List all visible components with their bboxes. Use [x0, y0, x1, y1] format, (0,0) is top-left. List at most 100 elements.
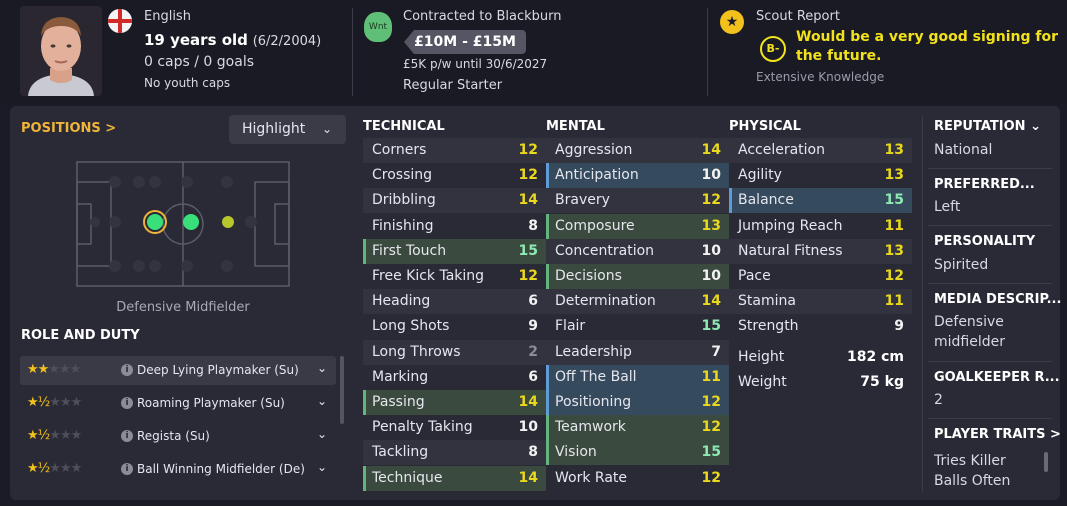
attribute-name: Pace [738, 268, 771, 284]
positions-link[interactable]: POSITIONS > [21, 121, 116, 136]
view-select-dropdown[interactable]: Highlight ⌄ [229, 115, 346, 144]
attribute-row[interactable]: Passing 14 [363, 390, 546, 415]
attribute-row[interactable]: Agility 13 [729, 163, 912, 189]
attribute-row[interactable]: Penalty Taking 10 [363, 415, 546, 441]
attribute-value: 12 [518, 167, 538, 184]
attribute-row[interactable]: Bravery 12 [546, 188, 729, 214]
contract-club[interactable]: Contracted to Blackburn [403, 9, 562, 24]
role-duty-title: ROLE AND DUTY [21, 328, 140, 343]
attribute-row[interactable]: Technique 14 [363, 465, 546, 491]
role-stars-icon: ★★★★★ [27, 362, 81, 377]
attribute-row[interactable]: Vision 15 [546, 440, 729, 466]
roles-scrollbar[interactable] [340, 356, 344, 424]
nationality[interactable]: English [144, 9, 191, 24]
player-traits-link[interactable]: PLAYER TRAITS > [934, 427, 1061, 442]
role-row[interactable]: ★★★★★ i Deep Lying Playmaker (Su) ⌄ [20, 356, 336, 385]
attribute-name: Crossing [372, 167, 433, 184]
date-of-birth: (6/2/2004) [252, 34, 322, 49]
role-row[interactable]: ★½★★★ i Roaming Playmaker (Su) ⌄ [20, 389, 336, 418]
attribute-row[interactable]: Leadership 7 [546, 339, 729, 365]
attribute-value: 12 [701, 419, 721, 436]
attribute-row[interactable]: Decisions 10 [546, 264, 729, 289]
attribute-value: 14 [518, 192, 538, 209]
attribute-row[interactable]: Work Rate 12 [546, 465, 729, 491]
attribute-row[interactable]: Dribbling 14 [363, 188, 546, 214]
attribute-value: 12 [518, 142, 538, 158]
attribute-value: 10 [701, 268, 721, 284]
england-flag-icon [108, 9, 132, 33]
attribute-row[interactable]: Stamina 11 [729, 289, 912, 315]
chevron-down-icon[interactable]: ⌄ [317, 394, 327, 408]
attribute-value: 14 [518, 394, 538, 410]
attribute-row[interactable]: Crossing 12 [363, 163, 546, 189]
goalkeeper-rating-value: 2 [934, 392, 943, 408]
scout-star-icon: ★ [720, 10, 744, 34]
scout-report-title[interactable]: Scout Report [756, 9, 840, 24]
goalkeeper-rating-title: GOALKEEPER R... [934, 370, 1060, 385]
attribute-row[interactable]: Marking 6 [363, 364, 546, 390]
attribute-row[interactable]: Composure 13 [546, 213, 729, 239]
scout-knowledge: Extensive Knowledge [756, 70, 885, 84]
info-icon[interactable]: i [121, 397, 133, 409]
attribute-row[interactable]: Acceleration 13 [729, 138, 912, 163]
technical-title: TECHNICAL [363, 119, 445, 134]
chevron-down-icon[interactable]: ⌄ [1030, 119, 1041, 134]
info-scrollbar[interactable] [1044, 452, 1048, 472]
transfer-value-tag[interactable]: £10M - £15M [404, 30, 526, 54]
info-icon[interactable]: i [121, 463, 133, 475]
attribute-name: Tackling [372, 444, 429, 461]
attribute-value: 14 [518, 469, 538, 486]
attribute-row[interactable]: Anticipation 10 [546, 163, 729, 189]
role-stars-icon: ★½★★★ [27, 395, 82, 410]
info-icon[interactable]: i [121, 430, 133, 442]
attribute-row[interactable]: Long Throws 2 [363, 339, 546, 365]
attribute-row[interactable]: Jumping Reach 11 [729, 213, 912, 239]
weight-row: Weight 75 kg [729, 370, 912, 395]
attribute-row[interactable]: Aggression 14 [546, 138, 729, 163]
attribute-value: 14 [701, 142, 721, 158]
attribute-row[interactable]: First Touch 15 [363, 238, 546, 264]
info-icon[interactable]: i [121, 364, 133, 376]
chevron-down-icon[interactable]: ⌄ [317, 460, 327, 474]
attribute-value: 6 [528, 368, 538, 385]
player-trait-item[interactable]: Tries Killer Balls Often [934, 451, 1034, 491]
attribute-name: Composure [555, 217, 635, 234]
role-stars-icon: ★½★★★ [27, 428, 82, 443]
attribute-row[interactable]: Long Shots 9 [363, 314, 546, 340]
attribute-value: 13 [884, 142, 904, 158]
chevron-down-icon: ⌄ [321, 122, 332, 136]
attribute-value: 13 [884, 242, 904, 259]
chevron-down-icon[interactable]: ⌄ [317, 361, 327, 375]
attribute-name: Work Rate [555, 469, 628, 486]
chevron-down-icon[interactable]: ⌄ [317, 427, 327, 441]
attribute-row[interactable]: Off The Ball 11 [546, 364, 729, 390]
attribute-row[interactable]: Finishing 8 [363, 213, 546, 239]
attribute-row[interactable]: Heading 6 [363, 289, 546, 315]
attribute-name: Teamwork [555, 419, 626, 436]
position-dot-dm-fill [147, 214, 163, 230]
attribute-row[interactable]: Teamwork 12 [546, 415, 729, 441]
role-row[interactable]: ★½★★★ i Regista (Su) ⌄ [20, 422, 336, 451]
attribute-row[interactable]: Strength 9 [729, 314, 912, 340]
attribute-name: Flair [555, 318, 586, 335]
attribute-row[interactable]: Tackling 8 [363, 440, 546, 466]
attribute-row[interactable]: Balance 15 [729, 188, 912, 214]
attribute-name: Long Throws [372, 343, 461, 360]
attribute-value: 12 [518, 268, 538, 284]
media-description-title: MEDIA DESCRIP... [934, 292, 1062, 307]
header-divider [352, 8, 353, 96]
attribute-row[interactable]: Natural Fitness 13 [729, 238, 912, 264]
age-text: 19 years old [144, 31, 248, 49]
wanted-icon: Wnt [364, 12, 392, 42]
attribute-row[interactable]: Concentration 10 [546, 238, 729, 264]
role-row[interactable]: ★½★★★ i Ball Winning Midfielder (De) ⌄ [20, 455, 336, 484]
reputation-title[interactable]: REPUTATION ⌄ [934, 119, 1041, 134]
attribute-row[interactable]: Flair 15 [546, 314, 729, 340]
attribute-row[interactable]: Corners 12 [363, 138, 546, 163]
attribute-row[interactable]: Pace 12 [729, 264, 912, 289]
attribute-name: Free Kick Taking [372, 268, 485, 284]
attribute-row[interactable]: Free Kick Taking 12 [363, 264, 546, 289]
attribute-row[interactable]: Determination 14 [546, 289, 729, 315]
position-dot-cm [183, 214, 199, 230]
attribute-row[interactable]: Positioning 12 [546, 390, 729, 415]
